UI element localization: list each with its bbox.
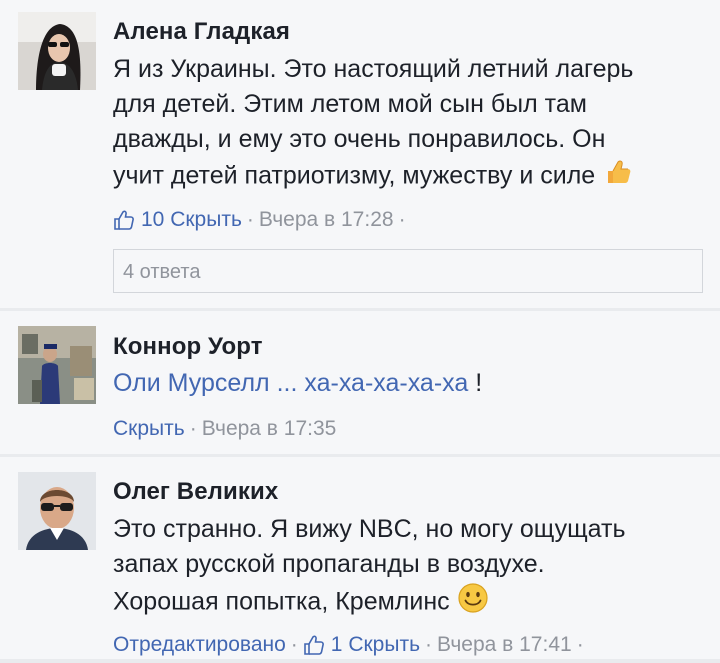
avatar[interactable] [18,472,96,550]
comment-author[interactable]: Коннор Уорт [113,311,692,361]
mention-link[interactable]: Оли Мурселл ... ха-ха-ха-ха-ха [113,369,468,397]
smiley-icon [457,582,489,624]
separator-dot: · [246,208,254,231]
comment-text-line: дважды, и ему это очень понравилось. Он [113,125,606,153]
comment-author[interactable]: Алена Гладкая [113,0,692,46]
comment-text: Оли Мурселл ... ха-ха-ха-ха-ха ! [113,366,692,401]
separator-dot: · [290,633,298,656]
comment-time[interactable]: Вчера в 17:28 [259,207,394,233]
comment: Олег Великих Это странно. Я вижу NBC, но… [0,457,720,659]
comment-feed: Алена Гладкая Я из Украины. Это настоящи… [0,0,720,659]
comment-author[interactable]: Олег Великих [113,457,692,506]
like-icon[interactable] [303,634,325,656]
comment-text-line: Я из Украины. Это настоящий летний лагер… [113,55,634,83]
separator-dot: · [576,633,584,656]
comment-text: Это странно. Я вижу NBC, но могу ощущать… [113,512,692,624]
comment-time[interactable]: Вчера в 17:41 [437,632,572,658]
comment-meta: Отредактировано · 1 Скрыть · Вчера в 17:… [113,632,692,658]
comment-meta: Скрыть · Вчера в 17:35 [113,416,692,442]
comment: Коннор Уорт Оли Мурселл ... ха-ха-ха-ха-… [0,311,720,454]
separator-dot: · [425,633,433,656]
comment-text: Я из Украины. Это настоящий летний лагер… [113,52,692,197]
comment-text-line: учит детей патриотизму, мужеству и силе [113,157,692,197]
replies-button[interactable]: 4 ответа [113,249,703,293]
hide-link[interactable]: Скрыть [170,207,242,233]
comment-text-line: для детей. Этим летом мой сын был там [113,90,587,118]
avatar[interactable] [18,326,96,404]
comment: Алена Гладкая Я из Украины. Это настоящи… [0,0,720,308]
comment-text-line: Это странно. Я вижу NBC, но могу ощущать [113,515,626,543]
hide-link[interactable]: Скрыть [113,416,185,442]
separator-dot: · [398,208,406,231]
comment-text-line: Хорошая попытка, Кремлинс [113,582,692,624]
comment-text-line: запах русской пропаганды в воздухе. [113,550,545,578]
thumbs-up-icon [602,157,632,197]
like-count[interactable]: 10 [141,207,164,233]
hide-link[interactable]: Скрыть [348,632,420,658]
separator-dot: · [189,417,197,440]
comment-text-suffix: ! [468,369,483,397]
edited-link[interactable]: Отредактировано [113,632,286,658]
comment-time[interactable]: Вчера в 17:35 [202,416,337,442]
like-icon[interactable] [113,209,135,231]
like-count[interactable]: 1 [331,632,343,658]
avatar[interactable] [18,12,96,90]
comment-meta: 10 Скрыть · Вчера в 17:28 · [113,207,692,233]
